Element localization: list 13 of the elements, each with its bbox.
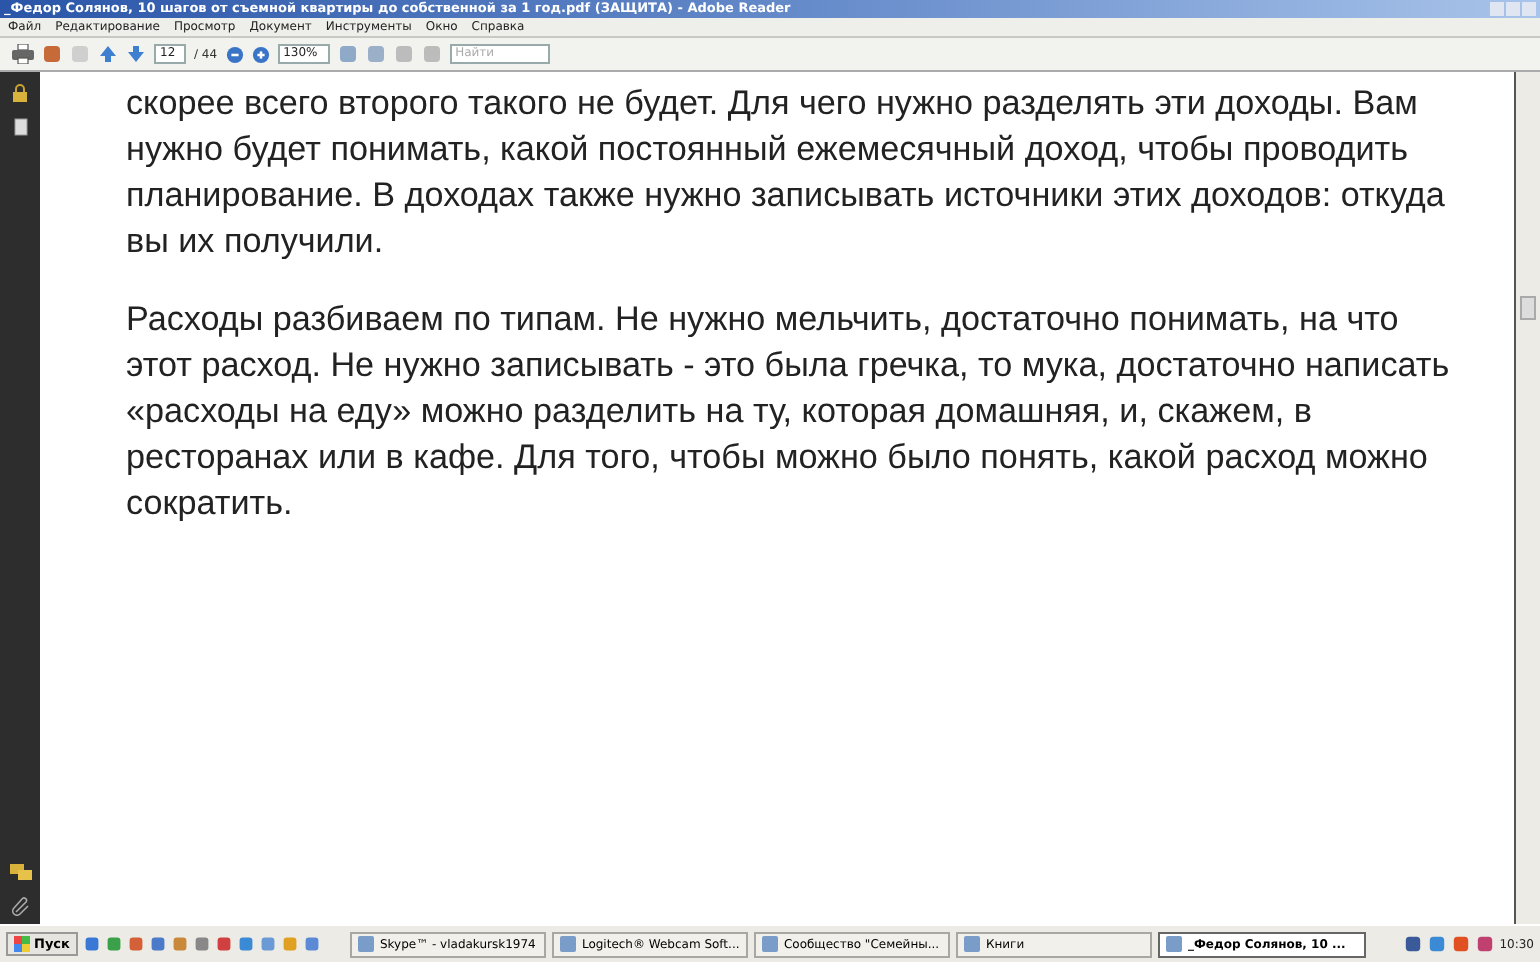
up-arrow-icon[interactable] <box>98 44 118 64</box>
paragraph: скорее всего второго такого не будет. Для чего нужно разделять эти доходы. Вам нужно будет понимать, какой постоянный ежемесячный доход, чтобы проводить планирование. В доходах также нужно записывать источники этих доходов: откуда вы их получили. <box>126 82 1447 264</box>
lock-icon[interactable] <box>12 84 28 102</box>
scroll-thumb[interactable] <box>1520 296 1536 320</box>
paragraph: Расходы разбиваем по типам. Не нужно мельчить, достаточно понимать, на что этот расход. Не нужно записывать - это была гречка, то мука, достаточно написать «расходы на еду» можно разделить на ту, которая домашняя, и, скажем, в ресторанах или в кафе. Для того, чтобы можно было понять, какой расход можно сократить. <box>126 298 1452 526</box>
scrollbar[interactable] <box>1514 72 1540 924</box>
zoom-in-icon[interactable] <box>251 45 270 63</box>
zoom-out-icon[interactable] <box>225 45 244 63</box>
paperclip-icon[interactable] <box>11 896 29 916</box>
down-arrow-icon[interactable] <box>126 44 146 64</box>
printer-icon[interactable] <box>12 44 34 64</box>
comments-icon[interactable] <box>9 864 31 880</box>
flag-icon <box>14 936 30 952</box>
